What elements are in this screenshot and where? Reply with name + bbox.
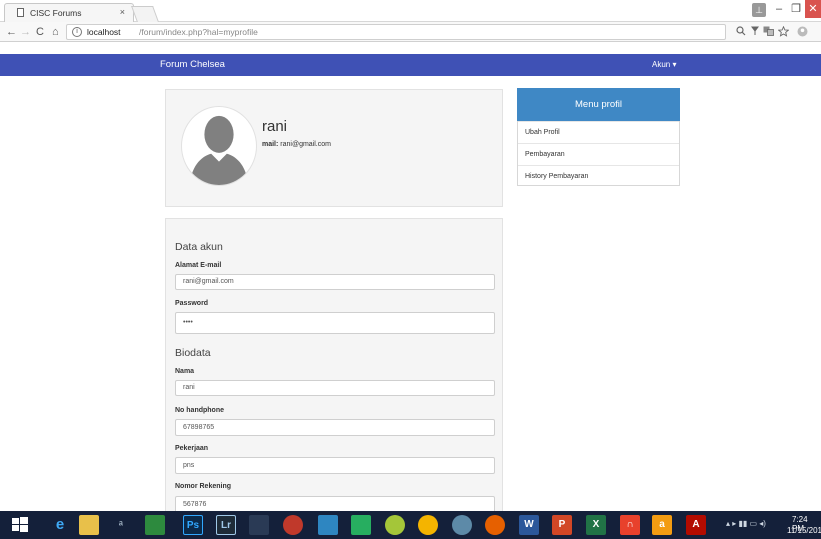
profile-menu-title: Menu profil: [517, 88, 680, 121]
profile-email-value: rani@gmail.com: [280, 141, 331, 148]
password-field[interactable]: ••••: [175, 312, 495, 334]
star-icon[interactable]: [778, 26, 789, 37]
name-field[interactable]: rani: [175, 380, 495, 396]
job-field[interactable]: pns: [175, 457, 495, 474]
tab-bar: CISC Forums × ⊥ – ❐ ✕: [0, 0, 821, 22]
info-icon[interactable]: i: [72, 27, 82, 37]
phone-field[interactable]: 67898765: [175, 419, 495, 436]
browser-window: CISC Forums × ⊥ – ❐ ✕ ← → C ⌂ i localhos…: [0, 0, 821, 539]
app-icon-10[interactable]: a: [652, 515, 672, 535]
acrobat-icon[interactable]: A: [686, 515, 706, 535]
phone-label: No handphone: [175, 407, 224, 414]
translate-icon[interactable]: [763, 26, 774, 36]
browser-tab[interactable]: CISC Forums ×: [4, 3, 134, 22]
app-icon-5[interactable]: [318, 515, 338, 535]
forward-arrow-icon[interactable]: →: [20, 24, 31, 40]
windows-taskbar: e ᵃ Ps Lr W P X ∩ a A ▴ ▸ ▮▮ ▭ ◂) 7:24 P…: [0, 511, 821, 539]
site-brand-link[interactable]: Forum Chelsea: [160, 59, 225, 70]
file-explorer-icon[interactable]: [79, 515, 99, 535]
home-icon[interactable]: ⌂: [52, 24, 59, 40]
profile-email: mail: rani@gmail.com: [262, 141, 331, 148]
new-tab-button[interactable]: [131, 6, 159, 22]
menu-item-history-pembayaran[interactable]: History Pembayaran: [518, 165, 679, 187]
system-tray[interactable]: ▴ ▸ ▮▮ ▭ ◂): [726, 519, 766, 528]
profile-name: rani: [262, 118, 288, 135]
search-zoom-icon[interactable]: [736, 26, 746, 36]
lightroom-icon[interactable]: Lr: [216, 515, 236, 535]
tab-title: CISC Forums: [30, 8, 82, 18]
profile-menu: Menu profil Ubah Profil Pembayaran Histo…: [517, 88, 680, 186]
app-icon-9[interactable]: ∩: [620, 515, 640, 535]
page-icon: [17, 8, 24, 17]
biodata-section-title: Biodata: [175, 347, 211, 359]
chrome-icon[interactable]: [418, 515, 438, 535]
email-label: Alamat E-mail: [175, 262, 222, 269]
app-icon-4[interactable]: [283, 515, 303, 535]
email-field[interactable]: rani@gmail.com: [175, 274, 495, 290]
app-icon-2[interactable]: [145, 515, 165, 535]
account-section-title: Data akun: [175, 241, 223, 253]
address-toolbar: ← → C ⌂ i localhost /forum/index.php?hal…: [0, 22, 821, 42]
app-icon-3[interactable]: [249, 515, 269, 535]
powerpoint-icon[interactable]: P: [552, 515, 572, 535]
window-user-icon[interactable]: ⊥: [752, 3, 766, 17]
app-icon-6[interactable]: [351, 515, 371, 535]
account-dropdown[interactable]: Akun ▾: [652, 60, 676, 69]
internet-explorer-icon[interactable]: e: [50, 515, 70, 535]
account-number-label: Nomor Rekening: [175, 483, 232, 490]
job-label: Pekerjaan: [175, 445, 209, 452]
site-navbar: Forum Chelsea Akun ▾: [0, 54, 821, 76]
user-silhouette-icon: [189, 115, 249, 185]
firefox-icon[interactable]: [485, 515, 505, 535]
url-path: /forum/index.php?hal=myprofile: [139, 27, 258, 37]
profile-card: rani mail: rani@gmail.com: [165, 89, 503, 207]
avatar: [181, 106, 257, 186]
tab-close-icon[interactable]: ×: [120, 7, 125, 17]
reload-icon[interactable]: C: [36, 24, 44, 40]
profile-icon[interactable]: [797, 26, 808, 37]
app-icon-8[interactable]: [452, 515, 472, 535]
excel-icon[interactable]: X: [586, 515, 606, 535]
word-icon[interactable]: W: [519, 515, 539, 535]
minimize-button[interactable]: –: [772, 0, 786, 18]
extension-icon[interactable]: [751, 26, 759, 36]
windows-start-icon[interactable]: [10, 515, 30, 535]
name-label: Nama: [175, 368, 195, 375]
app-icon-7[interactable]: [385, 515, 405, 535]
menu-item-pembayaran[interactable]: Pembayaran: [518, 143, 679, 165]
url-host: localhost: [87, 27, 121, 37]
password-label: Password: [175, 300, 209, 307]
maximize-button[interactable]: ❐: [789, 0, 803, 18]
back-arrow-icon[interactable]: ←: [6, 24, 17, 40]
profile-email-label: mail:: [262, 141, 279, 148]
profile-form-card: Data akun Alamat E-mail rani@gmail.com P…: [165, 218, 503, 518]
menu-item-ubah-profil[interactable]: Ubah Profil: [518, 121, 679, 143]
url-input[interactable]: i localhost /forum/index.php?hal=myprofi…: [66, 24, 726, 40]
clock-date[interactable]: 11/15/201: [787, 526, 821, 535]
photoshop-icon[interactable]: Ps: [183, 515, 203, 535]
app-icon-1[interactable]: ᵃ: [111, 515, 131, 535]
close-window-button[interactable]: ✕: [805, 0, 821, 18]
